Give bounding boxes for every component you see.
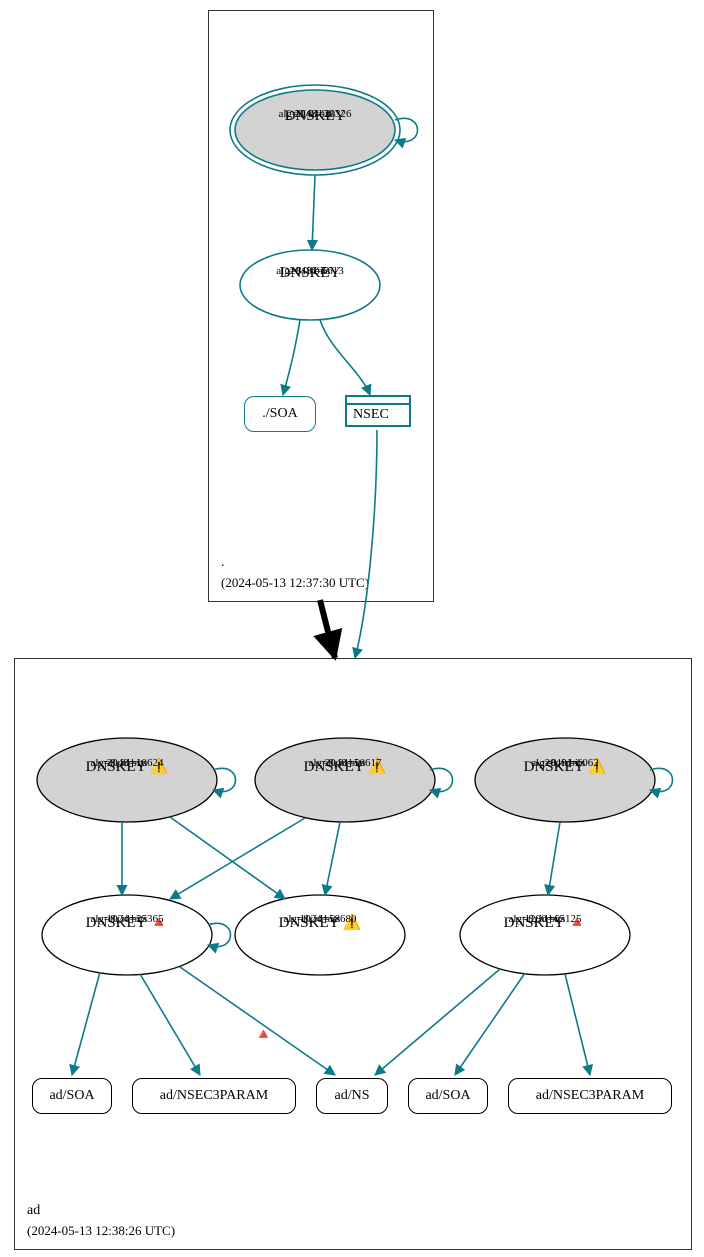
ad-ns: ad/NS <box>316 1078 388 1114</box>
ad-soa-left: ad/SOA <box>32 1078 112 1114</box>
root-soa-node: ./SOA <box>244 396 316 432</box>
dnskey-bits: 1024 bits <box>240 913 400 926</box>
root-nsec-node: NSEC <box>345 395 411 427</box>
dnskey-bits: 1280 bits <box>465 913 625 926</box>
ad-zone-box: ad (2024-05-13 12:38:26 UTC) <box>14 658 692 1250</box>
root-zone-timestamp: (2024-05-13 12:37:30 UTC) <box>221 575 369 591</box>
dnskey-bits: 1024 bits <box>47 913 207 926</box>
ad-zone-label: ad <box>27 1203 40 1219</box>
rrset-label: ad/NS <box>335 1088 370 1104</box>
dnskey-bits: 2048 bits <box>235 108 395 121</box>
dnskey-bits: 2048 bits <box>240 265 380 278</box>
rrset-label: ad/SOA <box>49 1088 94 1104</box>
ad-zone-timestamp: (2024-05-13 12:38:26 UTC) <box>27 1223 175 1239</box>
rrset-label: ad/NSEC3PARAM <box>536 1088 644 1104</box>
nsec-label: NSEC <box>347 405 409 425</box>
ad-nsec3param-left: ad/NSEC3PARAM <box>132 1078 296 1114</box>
rrset-label: ad/NSEC3PARAM <box>160 1088 268 1104</box>
root-zone-label: . <box>221 555 225 571</box>
dnskey-bits: 2048 bits <box>265 757 425 770</box>
ad-nsec3param-right: ad/NSEC3PARAM <box>508 1078 672 1114</box>
edge-error-icon: 🔺 <box>254 1025 273 1044</box>
dnskey-bits: 2048 bits <box>47 757 207 770</box>
root-zone-box: . (2024-05-13 12:37:30 UTC) <box>208 10 434 602</box>
dnskey-bits: 2048 bits <box>485 757 645 770</box>
ad-soa-right: ad/SOA <box>408 1078 488 1114</box>
rrset-label: ./SOA <box>262 406 297 422</box>
rrset-label: ad/SOA <box>425 1088 470 1104</box>
